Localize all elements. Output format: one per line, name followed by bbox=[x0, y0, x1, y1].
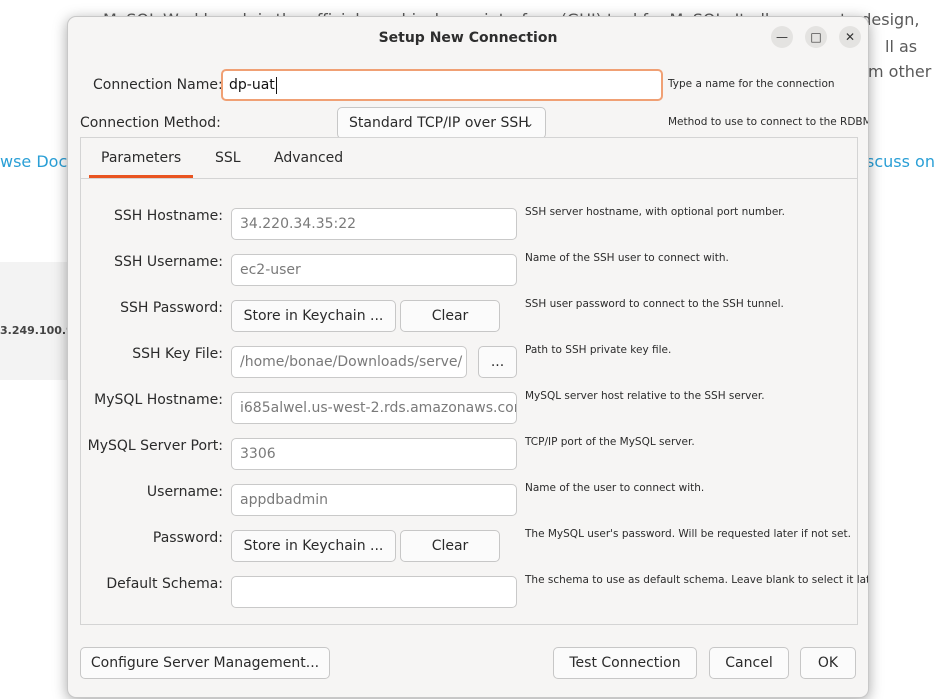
mysql-port-hint: TCP/IP port of the MySQL server. bbox=[525, 436, 695, 448]
ok-button[interactable]: OK bbox=[800, 647, 856, 679]
tab-parameters[interactable]: Parameters bbox=[101, 150, 181, 166]
connection-method-label: Connection Method: bbox=[80, 115, 221, 131]
setup-new-connection-dialog: Setup New Connection — □ ✕ Connection Na… bbox=[67, 16, 869, 698]
username-input[interactable]: appdbadmin bbox=[231, 484, 517, 516]
test-connection-button[interactable]: Test Connection bbox=[553, 647, 697, 679]
default-schema-hint: The schema to use as default schema. Lea… bbox=[525, 574, 869, 586]
default-schema-input[interactable] bbox=[231, 576, 517, 608]
ssh-key-file-input[interactable]: /home/bonae/Downloads/serve/ bbox=[231, 346, 467, 378]
connection-method-value: Standard TCP/IP over SSH bbox=[349, 115, 529, 131]
background-text-line3: m other bbox=[868, 62, 932, 81]
connection-name-input[interactable]: dp-uat bbox=[221, 69, 663, 101]
text-caret bbox=[275, 76, 277, 94]
password-clear-button[interactable]: Clear bbox=[400, 530, 500, 562]
background-text-line2: ll as bbox=[885, 37, 918, 56]
ssh-hostname-hint: SSH server hostname, with optional port … bbox=[525, 206, 785, 218]
ssh-username-hint: Name of the SSH user to connect with. bbox=[525, 252, 729, 264]
password-store-button[interactable]: Store in Keychain ... bbox=[231, 530, 396, 562]
mysql-port-label: MySQL Server Port: bbox=[87, 438, 223, 454]
mysql-hostname-label: MySQL Hostname: bbox=[94, 392, 223, 408]
password-label: Password: bbox=[152, 530, 223, 546]
minimize-icon[interactable]: — bbox=[771, 26, 793, 48]
ssh-hostname-label: SSH Hostname: bbox=[113, 208, 223, 224]
cancel-button[interactable]: Cancel bbox=[709, 647, 789, 679]
username-hint: Name of the user to connect with. bbox=[525, 482, 705, 494]
ssh-password-store-button[interactable]: Store in Keychain ... bbox=[231, 300, 396, 332]
connection-name-value: dp-uat bbox=[229, 77, 275, 93]
mysql-hostname-input[interactable]: i685alwel.us-west-2.rds.amazonaws.com bbox=[231, 392, 517, 424]
background-link-browse-docs[interactable]: wse Docu bbox=[0, 152, 77, 171]
ssh-password-hint: SSH user password to connect to the SSH … bbox=[525, 298, 784, 310]
dialog-titlebar[interactable]: Setup New Connection — □ ✕ bbox=[68, 17, 868, 59]
username-label: Username: bbox=[146, 484, 223, 500]
ssh-key-file-browse-button[interactable]: ... bbox=[478, 346, 517, 378]
close-icon[interactable]: ✕ bbox=[839, 26, 861, 48]
maximize-icon[interactable]: □ bbox=[805, 26, 827, 48]
dialog-title: Setup New Connection bbox=[378, 30, 558, 46]
background-link-discuss[interactable]: scuss on bbox=[866, 152, 935, 171]
ssh-hostname-input[interactable]: 34.220.34.35:22 bbox=[231, 208, 517, 240]
ssh-key-file-hint: Path to SSH private key file. bbox=[525, 344, 672, 356]
background-connection-tile[interactable] bbox=[0, 262, 70, 380]
chevron-down-icon: ⌄ bbox=[523, 116, 534, 130]
connection-method-dropdown[interactable]: Standard TCP/IP over SSH ⌄ bbox=[337, 107, 546, 139]
ssh-password-label: SSH Password: bbox=[120, 300, 223, 316]
ssh-username-input[interactable]: ec2-user bbox=[231, 254, 517, 286]
connection-name-hint: Type a name for the connection bbox=[668, 78, 835, 90]
tab-divider bbox=[80, 178, 858, 179]
ssh-username-label: SSH Username: bbox=[114, 254, 223, 270]
connection-name-label: Connection Name: bbox=[93, 77, 223, 93]
tab-advanced[interactable]: Advanced bbox=[274, 150, 343, 166]
password-hint: The MySQL user's password. Will be reque… bbox=[525, 528, 851, 540]
tab-ssl[interactable]: SSL bbox=[215, 150, 241, 166]
default-schema-label: Default Schema: bbox=[106, 576, 223, 592]
ssh-password-clear-button[interactable]: Clear bbox=[400, 300, 500, 332]
configure-server-management-button[interactable]: Configure Server Management... bbox=[80, 647, 330, 679]
mysql-port-input[interactable]: 3306 bbox=[231, 438, 517, 470]
ssh-key-file-label: SSH Key File: bbox=[132, 346, 223, 362]
mysql-hostname-hint: MySQL server host relative to the SSH se… bbox=[525, 390, 765, 402]
active-tab-indicator bbox=[89, 175, 193, 178]
connection-method-hint: Method to use to connect to the RDBMS bbox=[668, 116, 869, 128]
